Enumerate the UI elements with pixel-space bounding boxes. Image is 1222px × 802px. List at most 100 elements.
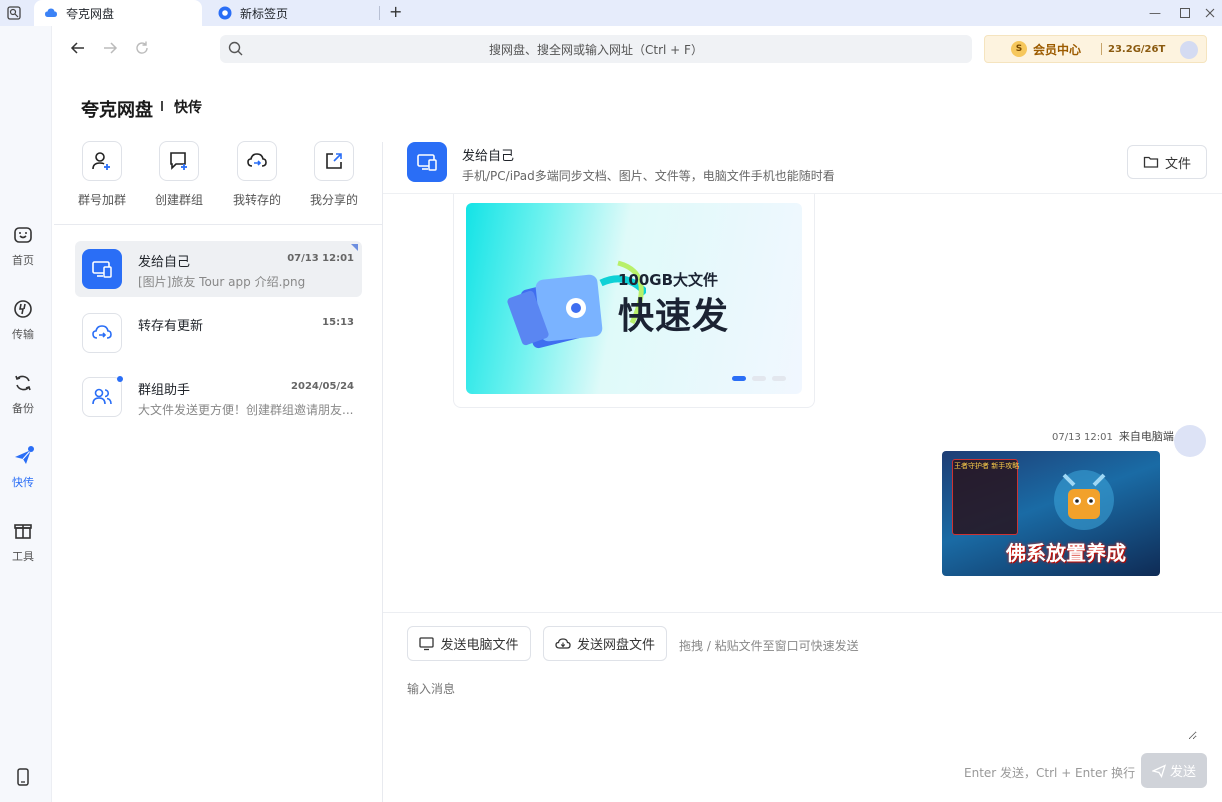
composer-divider xyxy=(383,612,1222,613)
rail-label: 快传 xyxy=(12,476,34,489)
image-message[interactable]: 王者守护者 新手攻略 佛系放置养成 xyxy=(942,451,1160,576)
qa-label: 群号加群 xyxy=(77,193,126,207)
cloud-logo-icon xyxy=(45,8,57,17)
conversation-preview: 大文件发送更方便！创建群组邀请朋友... xyxy=(138,403,354,417)
conversation-item-saved-updates[interactable]: 转存有更新 15:13 xyxy=(75,305,362,361)
send-button[interactable]: 发送 xyxy=(1141,753,1207,788)
mobile-phone-icon xyxy=(12,766,34,788)
rail-item-transfer[interactable]: 传输 xyxy=(0,298,46,342)
my-shared-button[interactable]: 我分享的 xyxy=(296,141,372,208)
conversation-time: 15:13 xyxy=(322,317,354,328)
conversation-item-self[interactable]: 发给自己 07/13 12:01 [图片]旅友 Tour app 介绍.png xyxy=(75,241,362,297)
create-group-icon xyxy=(159,141,199,181)
page-title: 快传 xyxy=(174,100,202,116)
app-menu-icon[interactable] xyxy=(4,3,24,23)
brand-separator xyxy=(161,101,163,111)
join-group-button[interactable]: 群号加群 xyxy=(64,141,140,208)
send-button-label: 发送 xyxy=(1169,765,1196,780)
carousel-dot[interactable] xyxy=(752,376,766,381)
conversation-item-group-assistant[interactable]: 群组助手 2024/05/24 大文件发送更方便！创建群组邀请朋友... xyxy=(75,369,362,425)
column-divider xyxy=(382,142,383,802)
my-saved-button[interactable]: 我转存的 xyxy=(219,141,295,208)
qa-label: 我分享的 xyxy=(309,193,358,207)
search-input[interactable]: 搜网盘、搜全网或输入网址（Ctrl + F） xyxy=(220,35,972,63)
folder-icon xyxy=(1143,156,1159,168)
group-users-icon xyxy=(82,377,122,417)
rail-label: 工具 xyxy=(12,550,34,563)
chat-description: 手机/PC/iPad多端同步文档、图片、文件等，电脑文件手机也能随时看 xyxy=(462,169,835,183)
close-icon[interactable] xyxy=(1192,0,1222,26)
title-bar: 夸克网盘 新标签页 + — xyxy=(0,0,1222,26)
pinned-corner-marker xyxy=(351,244,358,251)
conversation-title: 转存有更新 xyxy=(138,319,204,334)
qa-label: 创建群组 xyxy=(154,193,203,207)
forward-arrow-icon[interactable] xyxy=(100,38,120,58)
rail-label: 传输 xyxy=(12,328,34,341)
message-source: 来自电脑端 xyxy=(1118,430,1174,443)
chat-title: 发给自己 xyxy=(462,149,515,164)
send-pc-file-button[interactable]: 发送电脑文件 xyxy=(407,626,531,661)
rail-item-home[interactable]: 首页 xyxy=(0,224,46,268)
send-cloud-file-label: 发送网盘文件 xyxy=(576,638,655,653)
message-time: 07/13 12:01 xyxy=(1052,432,1113,443)
refresh-icon[interactable] xyxy=(132,38,152,58)
promo-banner[interactable]: 100GB大文件 快速发 xyxy=(466,203,802,394)
cloud-transfer-icon xyxy=(237,141,277,181)
image-panel-title: 王者守护者 新手攻略 xyxy=(954,462,1020,470)
search-placeholder: 搜网盘、搜全网或输入网址（Ctrl + F） xyxy=(489,42,703,57)
conversation-title: 发给自己 xyxy=(138,255,191,270)
transfer-icon xyxy=(12,298,34,320)
home-smile-icon xyxy=(12,224,34,246)
files-button-label: 文件 xyxy=(1164,156,1191,172)
rail-label: 首页 xyxy=(12,254,34,267)
message-input[interactable] xyxy=(407,680,1197,740)
vip-coin-icon: S xyxy=(1011,41,1027,57)
rail-item-backup[interactable]: 备份 xyxy=(0,372,46,416)
unread-dot xyxy=(28,446,34,452)
monitor-phone-icon xyxy=(82,249,122,289)
gift-box-icon xyxy=(12,520,34,542)
conversation-preview: [图片]旅友 Tour app 介绍.png xyxy=(138,275,306,289)
game-character-illustration xyxy=(1054,470,1114,530)
search-icon xyxy=(228,41,243,56)
banner-title: 快速发 xyxy=(618,296,730,337)
new-tab-plus-icon[interactable]: + xyxy=(389,2,402,21)
rail-item-mobile[interactable] xyxy=(0,766,46,794)
drag-hint: 拖拽 / 粘贴文件至窗口可快速发送 xyxy=(679,639,859,653)
conversation-time: 07/13 12:01 xyxy=(287,253,354,264)
monitor-icon xyxy=(419,637,435,651)
vip-separator xyxy=(1101,43,1103,55)
unread-dot xyxy=(117,376,123,382)
page-brand: 夸克网盘 xyxy=(81,100,153,121)
files-button[interactable]: 文件 xyxy=(1127,145,1207,179)
tab-label: 新标签页 xyxy=(240,6,289,21)
carousel-dot[interactable] xyxy=(772,376,786,381)
cloud-icon xyxy=(555,638,571,649)
conversation-time: 2024/05/24 xyxy=(291,381,354,392)
back-arrow-icon[interactable] xyxy=(68,38,88,58)
rail-item-tools[interactable]: 工具 xyxy=(0,520,46,564)
add-user-icon xyxy=(82,141,122,181)
send-arrow-icon xyxy=(1151,763,1166,778)
tab-quark-drive[interactable]: 夸克网盘 xyxy=(34,0,202,26)
cloud-transfer-icon xyxy=(82,313,122,353)
tab-new-tab[interactable]: 新标签页 xyxy=(208,0,380,26)
vip-label: 会员中心 xyxy=(1033,42,1082,57)
left-rail: 首页 传输 备份 快传 工具 xyxy=(0,26,52,802)
image-title-text: 佛系放置养成 xyxy=(1006,541,1126,565)
storage-usage: 23.2G/26T xyxy=(1108,43,1166,55)
backup-icon xyxy=(12,372,34,394)
carousel-dot[interactable] xyxy=(732,376,746,381)
share-icon xyxy=(314,141,354,181)
send-cloud-file-button[interactable]: 发送网盘文件 xyxy=(543,626,667,661)
qa-label: 我转存的 xyxy=(232,193,281,207)
avatar[interactable] xyxy=(1174,425,1206,457)
tab-label: 夸克网盘 xyxy=(66,6,115,21)
quark-logo-icon xyxy=(218,6,232,20)
vip-center-button[interactable]: S 会员中心 23.2G/26T xyxy=(984,35,1207,63)
promo-card: 100GB大文件 快速发 xyxy=(453,194,815,408)
user-avatar[interactable] xyxy=(1180,41,1198,59)
rail-item-quick-transfer[interactable]: 快传 xyxy=(0,446,46,490)
create-group-button[interactable]: 创建群组 xyxy=(141,141,217,208)
rail-label: 备份 xyxy=(12,402,34,415)
